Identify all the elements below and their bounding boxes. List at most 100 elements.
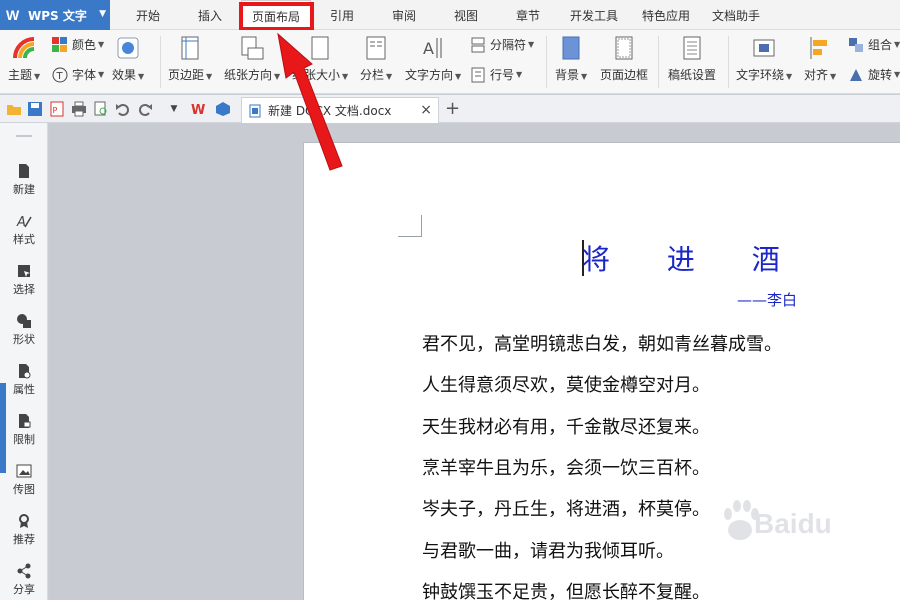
properties-icon <box>16 363 32 379</box>
sidebar-item-properties[interactable]: 属性 <box>0 363 48 397</box>
print-icon[interactable] <box>71 101 87 117</box>
margins-label: 页边距 <box>168 68 205 82</box>
effect-icon <box>116 36 140 60</box>
margins-button[interactable]: 页边距 ▼ <box>168 36 212 83</box>
poem-title[interactable]: 将 进 酒 <box>582 238 804 278</box>
align-button[interactable]: 对齐 ▼ <box>804 36 836 83</box>
poem-line[interactable]: 天生我材必有用，千金散尽还复来。 <box>422 413 710 439</box>
tab-doc-assistant[interactable]: 文档助手 <box>704 0 768 30</box>
font-button[interactable]: T 字体 ▼ <box>52 66 104 83</box>
text-direction-button[interactable]: A 文字方向 ▼ <box>405 36 461 83</box>
sidebar-item-label: 选择 <box>13 283 35 296</box>
group-button[interactable]: 组合 ▼ <box>848 36 900 53</box>
line-number-button[interactable]: 行号 ▼ <box>470 66 522 83</box>
add-tab-icon[interactable]: + <box>445 98 460 119</box>
separator-button[interactable]: 分隔符 ▼ <box>470 36 534 53</box>
text-wrap-button[interactable]: 文字环绕 ▼ <box>736 36 792 83</box>
orientation-icon <box>240 36 264 60</box>
document-icon <box>248 104 262 118</box>
separator-label: 分隔符 <box>490 38 527 52</box>
svg-text:T: T <box>56 71 64 82</box>
tab-chapter[interactable]: 章节 <box>504 0 552 30</box>
sidebar-item-select[interactable]: 选择 <box>0 263 48 297</box>
color-button[interactable]: 颜色 ▼ <box>52 36 104 53</box>
open-folder-icon[interactable] <box>6 101 22 117</box>
style-icon: A <box>16 213 32 229</box>
text-direction-icon: A <box>421 36 445 60</box>
sidebar-item-label: 新建 <box>13 183 35 196</box>
sidebar-item-label: 推荐 <box>13 533 35 546</box>
align-icon <box>808 36 832 60</box>
poem-line[interactable]: 君不见，高堂明镜悲白发，朝如青丝暮成雪。 <box>422 330 782 356</box>
watermark-text: Baidu <box>754 508 832 539</box>
poem-line[interactable]: 岑夫子，丹丘生，将进酒，杯莫停。 <box>422 495 710 521</box>
export-pdf-icon[interactable]: P <box>49 101 65 117</box>
poem-author[interactable]: ——李白 <box>737 289 797 310</box>
ribbon-separator <box>728 36 729 88</box>
page-border-button[interactable]: 页面边框 <box>600 36 648 83</box>
svg-text:W: W <box>191 103 205 117</box>
rotate-icon <box>848 67 864 83</box>
sidebar-item-style[interactable]: A 样式 <box>0 213 48 247</box>
new-document-icon <box>16 163 32 179</box>
manuscript-icon <box>680 36 704 60</box>
chevron-down-icon[interactable]: ▼ <box>166 101 182 117</box>
text-direction-label: 文字方向 <box>405 68 454 82</box>
sidebar-item-recommend[interactable]: 推荐 <box>0 513 48 547</box>
wps-logo-icon[interactable]: W <box>190 101 206 117</box>
rotate-label: 旋转 <box>868 68 893 82</box>
page-border-label: 页面边框 <box>600 68 649 82</box>
poem-line[interactable]: 钟鼓馔玉不足贵，但愿长醉不复醒。 <box>422 578 710 600</box>
font-circle-icon: T <box>52 67 68 83</box>
close-icon[interactable]: × <box>420 102 432 118</box>
color-grid-icon <box>52 36 68 53</box>
app-title: WPS 文字 <box>28 8 87 23</box>
effect-button[interactable]: 效果 ▼ <box>112 36 144 83</box>
separator-icon <box>470 37 486 53</box>
page-border-icon <box>612 36 636 60</box>
poem-line[interactable]: 烹羊宰牛且为乐，会须一饮三百杯。 <box>422 454 710 480</box>
theme-label: 主题 <box>8 68 33 82</box>
sidebar-item-restrict[interactable]: 限制 <box>0 413 48 447</box>
tab-references[interactable]: 引用 <box>318 0 366 30</box>
menu-bar: W WPS 文字 ▼ 开始 插入 页面布局 引用 审阅 视图 章节 开发工具 特… <box>0 0 900 31</box>
select-icon <box>16 263 32 279</box>
rotate-button[interactable]: 旋转 ▼ <box>848 66 900 83</box>
color-label: 颜色 <box>72 38 97 52</box>
redo-icon[interactable] <box>137 101 153 117</box>
app-menu-button[interactable]: W WPS 文字 ▼ <box>0 0 110 30</box>
sidebar-item-upload-image[interactable]: 传图 <box>0 463 48 497</box>
svg-text:P: P <box>53 106 58 115</box>
tab-developer[interactable]: 开发工具 <box>562 0 626 30</box>
manuscript-button[interactable]: 稿纸设置 <box>668 36 716 83</box>
sidebar-item-label: 属性 <box>13 383 35 396</box>
align-label: 对齐 <box>804 68 829 82</box>
tab-home[interactable]: 开始 <box>124 0 172 30</box>
manuscript-label: 稿纸设置 <box>668 68 717 82</box>
line-number-icon <box>470 67 486 83</box>
chevron-down-icon: ▼ <box>99 9 106 19</box>
sidebar-handle[interactable] <box>16 135 32 137</box>
sidebar-item-label: 形状 <box>13 333 35 346</box>
background-icon <box>559 36 583 60</box>
sidebar-item-label: 样式 <box>13 233 35 246</box>
poem-line[interactable]: 与君歌一曲，请君为我倾耳听。 <box>422 537 674 563</box>
sidebar-item-label: 限制 <box>13 433 35 446</box>
tab-review[interactable]: 审阅 <box>380 0 428 30</box>
tab-view[interactable]: 视图 <box>442 0 490 30</box>
undo-icon[interactable] <box>115 101 131 117</box>
save-icon[interactable] <box>27 101 43 117</box>
cube-icon[interactable] <box>215 101 231 117</box>
theme-button[interactable]: 主题 ▼ <box>8 36 40 83</box>
ribbon: 主题 ▼ 颜色 ▼ T 字体 ▼ 效果 ▼ 页边距 ▼ 纸张方向 ▼ 纸张大小 ▼ 分栏 ▼ A… <box>0 30 900 94</box>
tab-special[interactable]: 特色应用 <box>634 0 698 30</box>
print-preview-icon[interactable] <box>93 101 109 117</box>
sidebar-item-shape[interactable]: 形状 <box>0 313 48 347</box>
background-button[interactable]: 背景 ▼ <box>555 36 587 83</box>
tab-insert[interactable]: 插入 <box>186 0 234 30</box>
text-wrap-icon <box>752 36 776 60</box>
sidebar-item-new[interactable]: 新建 <box>0 163 48 197</box>
sidebar-item-share[interactable]: 分享 <box>0 563 48 597</box>
effect-label: 效果 <box>112 68 137 82</box>
poem-line[interactable]: 人生得意须尽欢，莫使金樽空对月。 <box>422 371 710 397</box>
